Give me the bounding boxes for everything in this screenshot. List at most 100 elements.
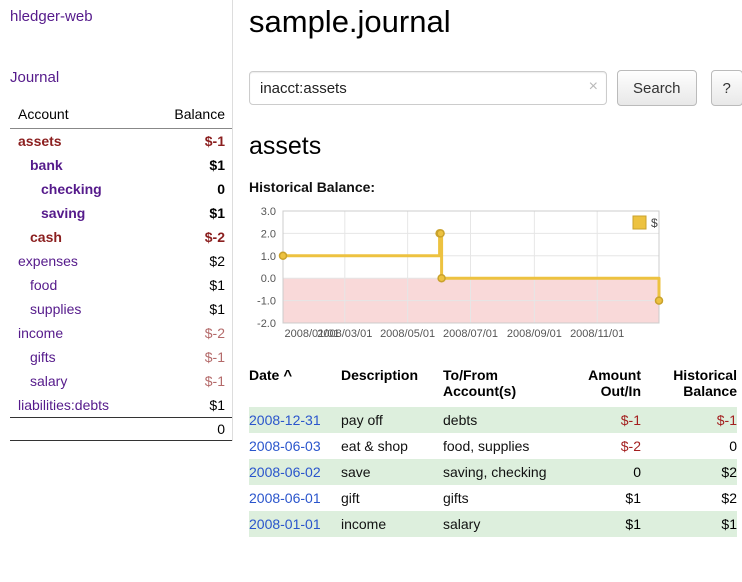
transaction-amount: $-2 [555,433,641,459]
account-row: expenses $2 [10,249,232,273]
account-link-supplies[interactable]: supplies [30,301,81,317]
transaction-description: eat & shop [341,433,443,459]
transaction-balance: $2 [641,485,737,511]
svg-text:2008/03/01: 2008/03/01 [317,328,372,340]
transaction-amount: $1 [555,511,641,537]
transaction-description: income [341,511,443,537]
account-balance: $-1 [144,345,232,369]
date-header-label: Date [249,367,279,383]
account-row: cash $-2 [10,225,232,249]
account-balance: $1 [144,201,232,225]
transaction-balance: $-1 [641,407,737,433]
transaction-amount: $-1 [555,407,641,433]
svg-text:2008/07/01: 2008/07/01 [443,328,498,340]
svg-text:0.0: 0.0 [261,273,276,285]
account-row: checking 0 [10,177,232,201]
transaction-accounts: gifts [443,485,555,511]
account-row: assets $-1 [10,129,232,154]
account-link-expenses[interactable]: expenses [18,253,78,269]
transaction-balance: 0 [641,433,737,459]
sidebar: hledger-web Journal Account Balance asse… [0,0,233,441]
transaction-accounts: food, supplies [443,433,555,459]
account-balance: $-1 [144,369,232,393]
svg-text:-2.0: -2.0 [257,318,276,330]
register-header-amount: Amount Out/In [555,365,641,407]
transaction-date-link[interactable]: 2008-06-01 [249,490,321,506]
account-balance: $1 [144,393,232,418]
accounts-table: Account Balance assets$-1 bank$1 checkin… [10,102,232,441]
svg-text:2008/05/01: 2008/05/01 [380,328,435,340]
account-link-income[interactable]: income [18,325,63,341]
transaction-description: pay off [341,407,443,433]
transaction-date-link[interactable]: 2008-12-31 [249,412,321,428]
account-row: salary $-1 [10,369,232,393]
transaction-date-link[interactable]: 2008-06-02 [249,464,321,480]
register-row: 2008-12-31 pay off debts $-1 $-1 [249,407,737,433]
transaction-balance: $1 [641,511,737,537]
account-link-food[interactable]: food [30,277,57,293]
account-link-bank[interactable]: bank [30,157,63,173]
register-row: 2008-06-02 save saving, checking 0 $2 [249,459,737,485]
transaction-date-link[interactable]: 2008-06-03 [249,438,321,454]
transaction-description: save [341,459,443,485]
account-row: bank $1 [10,153,232,177]
account-link-assets[interactable]: assets [18,133,62,149]
historical-balance-chart[interactable]: $3.02.01.00.0-1.0-2.02008/01/012008/03/0… [249,203,742,341]
search-input[interactable] [249,71,607,105]
help-button[interactable]: ? [711,70,742,106]
register-header-date[interactable]: Date^ [249,365,341,407]
register-header-description: Description [341,365,443,407]
account-link-gifts[interactable]: gifts [30,349,56,365]
sidebar-item-journal[interactable]: Journal [10,69,232,86]
account-link-salary[interactable]: salary [30,373,67,389]
account-balance: 0 [144,177,232,201]
svg-text:$: $ [651,216,658,230]
account-balance: $2 [144,249,232,273]
account-balance: $-2 [144,321,232,345]
account-heading: assets [249,132,742,161]
account-link-saving[interactable]: saving [41,205,85,221]
account-row: liabilities:debts $1 [10,393,232,418]
account-balance: $1 [144,297,232,321]
account-row: income $-2 [10,321,232,345]
svg-text:3.0: 3.0 [261,206,276,218]
account-balance: $1 [144,153,232,177]
search-bar: × Search ? [249,70,742,106]
svg-text:1.0: 1.0 [261,251,276,263]
svg-text:-1.0: -1.0 [257,296,276,308]
account-row: supplies $1 [10,297,232,321]
svg-text:2008/09/01: 2008/09/01 [507,328,562,340]
svg-text:2.0: 2.0 [261,228,276,240]
svg-text:2008/11/01: 2008/11/01 [570,328,624,340]
account-row: saving $1 [10,201,232,225]
transaction-date-link[interactable]: 2008-01-01 [249,516,321,532]
clear-search-icon[interactable]: × [589,79,598,95]
app-title-link[interactable]: hledger-web [10,8,232,25]
account-link-cash[interactable]: cash [30,229,62,245]
account-link-liabilities-debts[interactable]: liabilities:debts [18,397,109,413]
register-table: Date^ Description To/From Account(s) Amo… [249,365,737,537]
transaction-amount: $1 [555,485,641,511]
transaction-description: gift [341,485,443,511]
account-balance: $-2 [144,225,232,249]
search-button[interactable]: Search [617,70,697,106]
register-row: 2008-06-03 eat & shop food, supplies $-2… [249,433,737,459]
register-row: 2008-06-01 gift gifts $1 $2 [249,485,737,511]
transaction-amount: 0 [555,459,641,485]
page-title: sample.journal [249,4,742,40]
transaction-accounts: salary [443,511,555,537]
transaction-accounts: saving, checking [443,459,555,485]
search-field-wrap: × [249,71,607,105]
account-balance: $-1 [144,129,232,154]
register-header-accounts: To/From Account(s) [443,365,555,407]
accounts-header-balance: Balance [144,102,232,129]
transaction-balance: $2 [641,459,737,485]
account-row: food $1 [10,273,232,297]
account-row: gifts $-1 [10,345,232,369]
sort-asc-icon: ^ [283,367,292,384]
main-content: sample.journal × Search ? assets Histori… [233,0,742,537]
account-link-checking[interactable]: checking [41,181,102,197]
register-row: 2008-01-01 income salary $1 $1 [249,511,737,537]
transaction-accounts: debts [443,407,555,433]
account-balance: $1 [144,273,232,297]
